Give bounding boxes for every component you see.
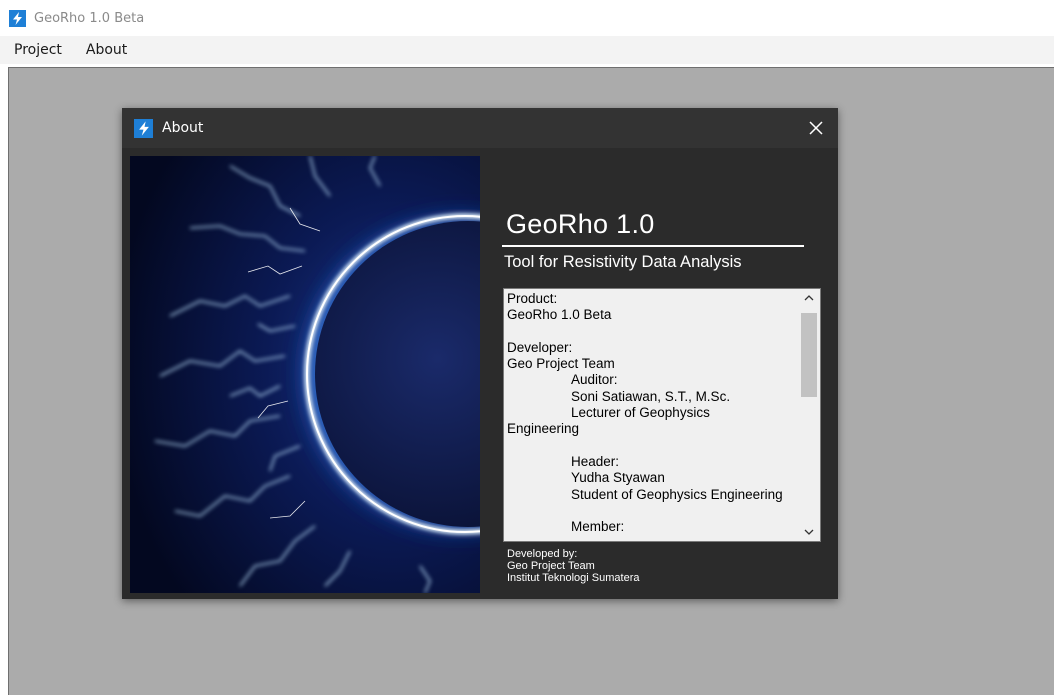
chevron-down-icon bbox=[804, 529, 814, 535]
dialog-title: About bbox=[162, 120, 204, 136]
window-title: GeoRho 1.0 Beta bbox=[34, 10, 145, 26]
title-divider bbox=[502, 245, 804, 247]
info-line bbox=[507, 438, 797, 454]
scroll-down-button[interactable] bbox=[798, 523, 820, 541]
scroll-thumb[interactable] bbox=[801, 313, 817, 397]
info-line: Yudha Styawan bbox=[571, 470, 665, 486]
info-line: GeoRho 1.0 Beta bbox=[507, 307, 612, 323]
window-titlebar: GeoRho 1.0 Beta bbox=[0, 0, 1054, 36]
info-line: Member: bbox=[571, 519, 625, 535]
close-icon bbox=[809, 121, 823, 135]
info-line: Student of Geophysics Engineering bbox=[571, 486, 783, 502]
menu-project[interactable]: Project bbox=[14, 42, 62, 58]
info-text: Product: GeoRho 1.0 Beta Developer: Geo … bbox=[507, 291, 797, 535]
lightning-bolt-icon bbox=[9, 9, 26, 27]
info-line: Auditor: bbox=[571, 372, 618, 388]
credits-line: Geo Project Team bbox=[507, 559, 595, 572]
scroll-up-button[interactable] bbox=[798, 289, 820, 307]
menu-about[interactable]: About bbox=[86, 42, 127, 58]
info-textbox[interactable]: Product: GeoRho 1.0 Beta Developer: Geo … bbox=[503, 288, 821, 542]
credits-line: Institut Teknologi Sumatera bbox=[507, 571, 640, 584]
product-tagline: Tool for Resistivity Data Analysis bbox=[504, 253, 742, 271]
product-title: GeoRho 1.0 bbox=[506, 209, 655, 239]
info-line: Soni Satiawan, S.T., M.Sc. bbox=[571, 388, 731, 404]
vertical-scrollbar[interactable] bbox=[798, 289, 820, 541]
close-button[interactable] bbox=[804, 116, 828, 140]
chevron-up-icon bbox=[804, 295, 814, 301]
splash-artwork bbox=[130, 156, 480, 593]
info-line bbox=[507, 503, 797, 519]
lightning-bolt-icon bbox=[134, 118, 153, 138]
credits: Developed by: Geo Project Team Institut … bbox=[507, 548, 640, 584]
info-line bbox=[507, 324, 797, 340]
info-line: Header: bbox=[571, 453, 620, 469]
info-line: Developer: bbox=[507, 339, 573, 355]
menu-bar: Project About bbox=[0, 36, 1054, 64]
info-line: Lecturer of Geophysics bbox=[571, 405, 710, 421]
info-line: Engineering bbox=[507, 421, 580, 437]
info-line: Product: bbox=[507, 291, 558, 306]
dialog-titlebar[interactable]: About bbox=[122, 108, 838, 148]
about-dialog: About GeoRho 1.0 Tool for Resistivity Da… bbox=[122, 108, 838, 599]
info-line: Geo Project Team bbox=[507, 356, 615, 372]
